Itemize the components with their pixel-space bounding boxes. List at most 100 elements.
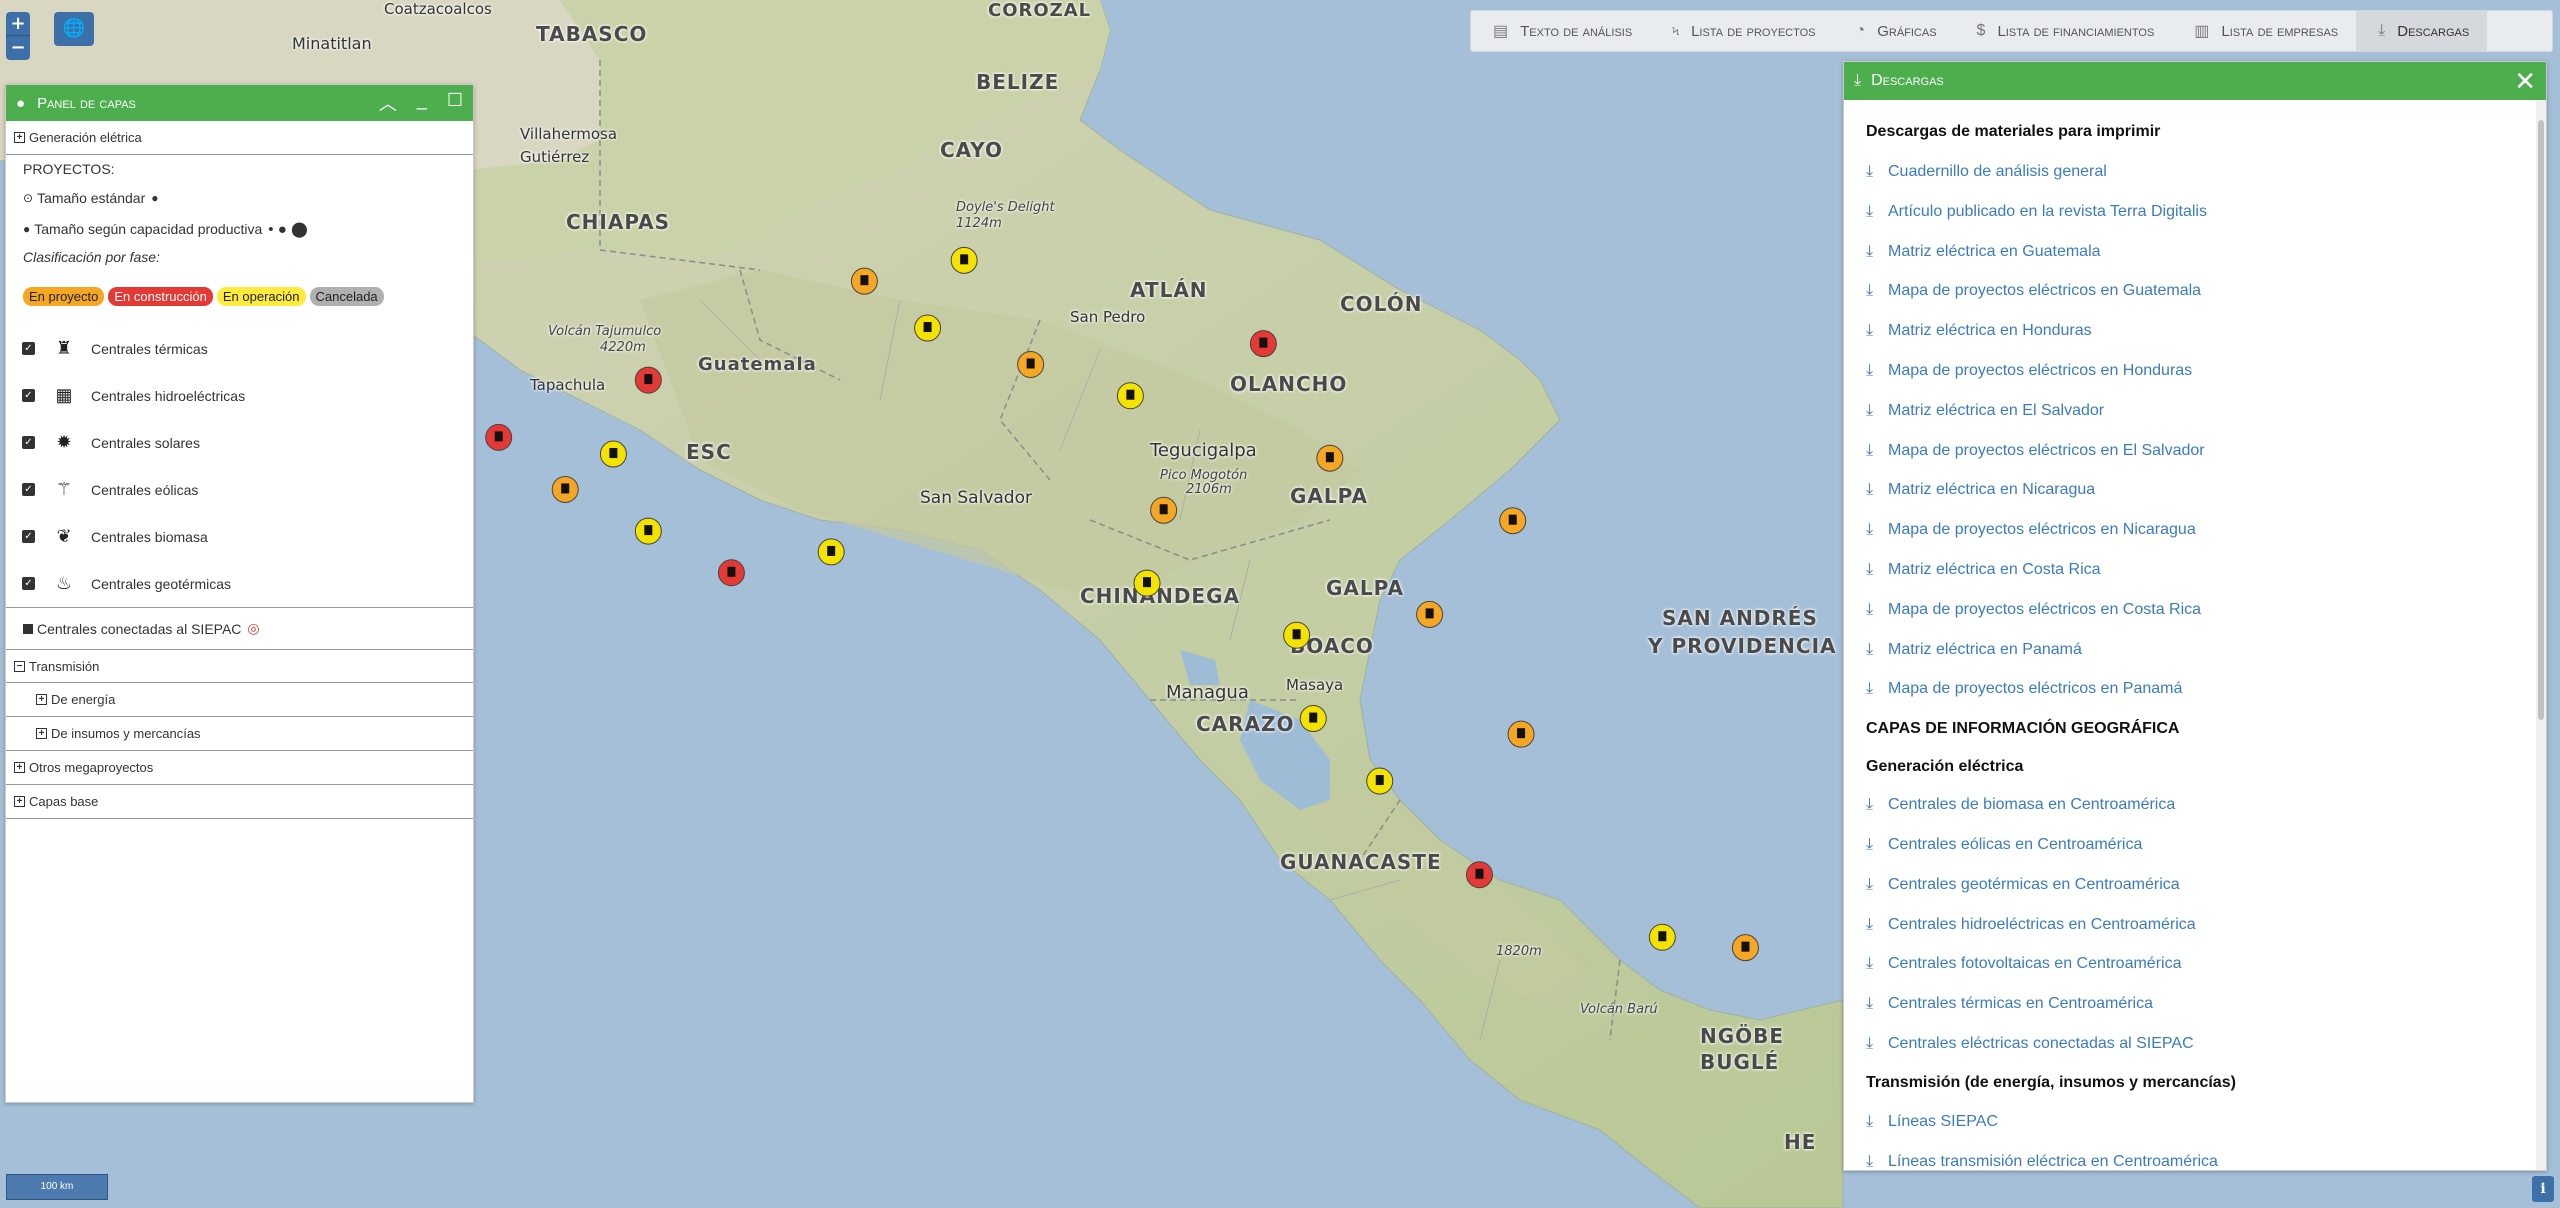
map-marker-operacion[interactable] — [950, 246, 978, 274]
checkbox[interactable]: ✓ — [22, 342, 35, 355]
section-generacion[interactable]: + Generación elétrica — [6, 121, 473, 155]
download-link[interactable]: ⤓ Líneas SIEPAC — [1866, 1102, 2524, 1142]
download-link[interactable]: ⤓ Centrales térmicas en Centroamérica — [1866, 984, 2524, 1024]
download-link-label: Matriz eléctrica en Guatemala — [1888, 242, 2101, 260]
layer-toggle[interactable]: ✓ ♨ Centrales geotérmicas — [6, 560, 473, 607]
map-marker-proyecto[interactable] — [1316, 444, 1344, 472]
radio-icon: ⊙ — [23, 191, 34, 205]
download-icon: ⤓ — [1866, 361, 1874, 379]
layer-toggle[interactable]: ✓ ♜ Centrales térmicas — [6, 325, 473, 372]
close-icon[interactable]: ✕ — [2514, 66, 2536, 97]
map-marker-proyecto[interactable] — [1499, 507, 1527, 535]
section-de-insumos[interactable]: + De insumos y mercancías — [6, 717, 473, 751]
download-link[interactable]: ⤓ Mapa de proyectos eléctricos en Panamá — [1866, 669, 2524, 709]
map-marker-proyecto[interactable] — [850, 267, 878, 295]
size-capacity-option[interactable]: ● Tamaño según capacidad productiva • ● … — [6, 213, 473, 245]
map-marker-proyecto[interactable] — [1017, 350, 1045, 378]
download-link[interactable]: ⤓ Matriz eléctrica en Guatemala — [1866, 232, 2524, 272]
section-capas-base[interactable]: + Capas base — [6, 785, 473, 819]
map-marker-proyecto[interactable] — [1731, 934, 1759, 962]
download-link[interactable]: ⤓ Mapa de proyectos eléctricos en Costa R… — [1866, 590, 2524, 630]
download-icon: ⤓ — [1866, 680, 1874, 698]
map-marker-operacion[interactable] — [1283, 621, 1311, 649]
layer-toggle[interactable]: ✓ ⚚ Centrales eólicas — [6, 466, 473, 513]
checkbox[interactable]: ✓ — [22, 530, 35, 543]
siepac-toggle[interactable]: Centrales conectadas al SIEPAC ◎ — [6, 607, 473, 649]
map-marker-operacion[interactable] — [1648, 923, 1676, 951]
download-link[interactable]: ⤓ Matriz eléctrica en Honduras — [1866, 311, 2524, 351]
checkbox[interactable]: ✓ — [22, 436, 35, 449]
download-link[interactable]: ⤓ Mapa de proyectos eléctricos en Hondura… — [1866, 351, 2524, 391]
checkbox[interactable]: ✓ — [22, 483, 35, 496]
section-de-energia[interactable]: + De energía — [6, 683, 473, 717]
map-marker-construccion[interactable] — [634, 366, 662, 394]
layer-label: Centrales térmicas — [91, 340, 208, 357]
map-marker-construccion[interactable] — [485, 423, 513, 451]
download-link[interactable]: ⤓ Mapa de proyectos eléctricos en Guatema… — [1866, 271, 2524, 311]
map-marker-operacion[interactable] — [1133, 569, 1161, 597]
map-marker-operacion[interactable] — [817, 538, 845, 566]
map-marker-operacion[interactable] — [634, 517, 662, 545]
download-link[interactable]: ⤓ Centrales de biomasa en Centroamérica — [1866, 785, 2524, 825]
download-link[interactable]: ⤓ Centrales hidroeléctricas en Centroamér… — [1866, 905, 2524, 945]
layer-toggle[interactable]: ✓ ✹ Centrales solares — [6, 419, 473, 466]
download-link[interactable]: ⤓ Artículo publicado en la revista Terra … — [1866, 192, 2524, 232]
download-link[interactable]: ⤓ Matriz eléctrica en Panamá — [1866, 630, 2524, 670]
map-marker-operacion[interactable] — [1116, 382, 1144, 410]
info-icon[interactable]: i — [2532, 1176, 2554, 1202]
phase-badge: Cancelada — [309, 286, 384, 306]
collapse-icon[interactable]: ︿ — [379, 90, 397, 116]
download-link[interactable]: ⤓ Mapa de proyectos eléctricos en Nicarag… — [1866, 510, 2524, 550]
map-marker-operacion[interactable] — [1299, 705, 1327, 733]
tab-descargas[interactable]: ⤓ Descargas — [2356, 11, 2488, 51]
marker-small-icon: ● — [151, 191, 159, 205]
checkbox[interactable]: ✓ — [22, 389, 35, 402]
map-marker-construccion[interactable] — [717, 559, 745, 587]
layer-toggle[interactable]: ✓ ❦ Centrales biomasa — [6, 513, 473, 560]
download-icon: ⤓ — [1866, 401, 1874, 419]
zoom-out-button[interactable]: − — [6, 36, 30, 60]
download-link[interactable]: ⤓ Centrales eléctricas conectadas al SIEP… — [1866, 1024, 2524, 1064]
download-link[interactable]: ⤓ Centrales fotovoltaicas en Centroaméric… — [1866, 944, 2524, 984]
download-link-label: Centrales térmicas en Centroamérica — [1888, 995, 2153, 1013]
scrollbar[interactable] — [2536, 100, 2546, 1170]
map-marker-operacion[interactable] — [914, 314, 942, 342]
size-capacity-label: Tamaño según capacidad productiva — [34, 221, 263, 237]
otros-label: Otros megaproyectos — [29, 760, 154, 775]
map-marker-construccion[interactable] — [1465, 861, 1493, 889]
map-marker-operacion[interactable] — [599, 440, 627, 468]
download-link[interactable]: ⤓ Matriz eléctrica en Costa Rica — [1866, 550, 2524, 590]
download-link[interactable]: ⤓ Centrales eólicas en Centroamérica — [1866, 825, 2524, 865]
download-link[interactable]: ⤓ Matriz eléctrica en El Salvador — [1866, 391, 2524, 431]
siepac-checkbox[interactable] — [23, 623, 33, 634]
map-marker-proyecto[interactable] — [551, 475, 579, 503]
scrollbar-thumb[interactable] — [2538, 120, 2544, 720]
section-otros[interactable]: + Otros megaproyectos — [6, 751, 473, 785]
globe-icon[interactable]: 🌐 — [54, 12, 94, 46]
download-link[interactable]: ⤓ Matriz eléctrica en Nicaragua — [1866, 470, 2524, 510]
checkbox[interactable]: ✓ — [22, 577, 35, 590]
download-link[interactable]: ⤓ Centrales geotérmicas en Centroamérica — [1866, 865, 2524, 905]
download-icon: ⤓ — [1866, 282, 1874, 300]
map-marker-construccion[interactable] — [1249, 330, 1277, 358]
maximize-icon[interactable]: ☐ — [447, 90, 463, 116]
map-marker-proyecto[interactable] — [1416, 600, 1444, 628]
tab-gr-ficas[interactable]: ◔ Gráficas — [1834, 11, 1955, 51]
section-transmision[interactable]: − Transmisión — [6, 649, 473, 683]
download-link[interactable]: ⤓ Líneas transmisión eléctrica en Centroa… — [1866, 1142, 2524, 1170]
download-link[interactable]: ⤓ Mapa de proyectos eléctricos en El Salv… — [1866, 431, 2524, 471]
tab-lista-de-empresas[interactable]: ▥ Lista de empresas — [2172, 11, 2356, 51]
minimize-icon[interactable]: _ — [417, 90, 427, 116]
map-marker-proyecto[interactable] — [1150, 496, 1178, 524]
tab-lista-de-proyectos[interactable]: ϟ Lista de proyectos — [1650, 11, 1833, 51]
map-marker-operacion[interactable] — [1366, 767, 1394, 795]
zoom-in-button[interactable]: + — [6, 12, 30, 36]
map-marker-proyecto[interactable] — [1507, 720, 1535, 748]
size-standard-option[interactable]: ⊙ Tamaño estándar ● — [6, 183, 473, 213]
tab-lista-de-financiamientos[interactable]: $ Lista de financiamientos — [1955, 11, 2173, 51]
tab-texto-de-an-lisis[interactable]: ▤ Texto de análisis — [1471, 11, 1650, 51]
download-link[interactable]: ⤓ Cuadernillo de análisis general — [1866, 152, 2524, 192]
layer-label: Centrales hidroeléctricas — [91, 387, 246, 404]
download-icon: ⤓ — [1866, 835, 1874, 853]
layer-toggle[interactable]: ✓ ▦ Centrales hidroeléctricas — [6, 372, 473, 419]
